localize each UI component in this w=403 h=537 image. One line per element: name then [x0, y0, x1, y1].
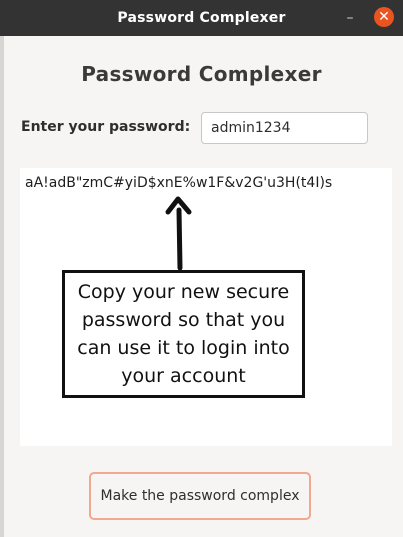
instruction-callout: Copy your new secure password so that yo…: [62, 270, 305, 398]
arrow-annotation-icon: [165, 196, 192, 271]
app-window: Password Complexer – ✕ Password Complexe…: [0, 0, 403, 537]
make-complex-button[interactable]: Make the password complex: [89, 472, 311, 520]
